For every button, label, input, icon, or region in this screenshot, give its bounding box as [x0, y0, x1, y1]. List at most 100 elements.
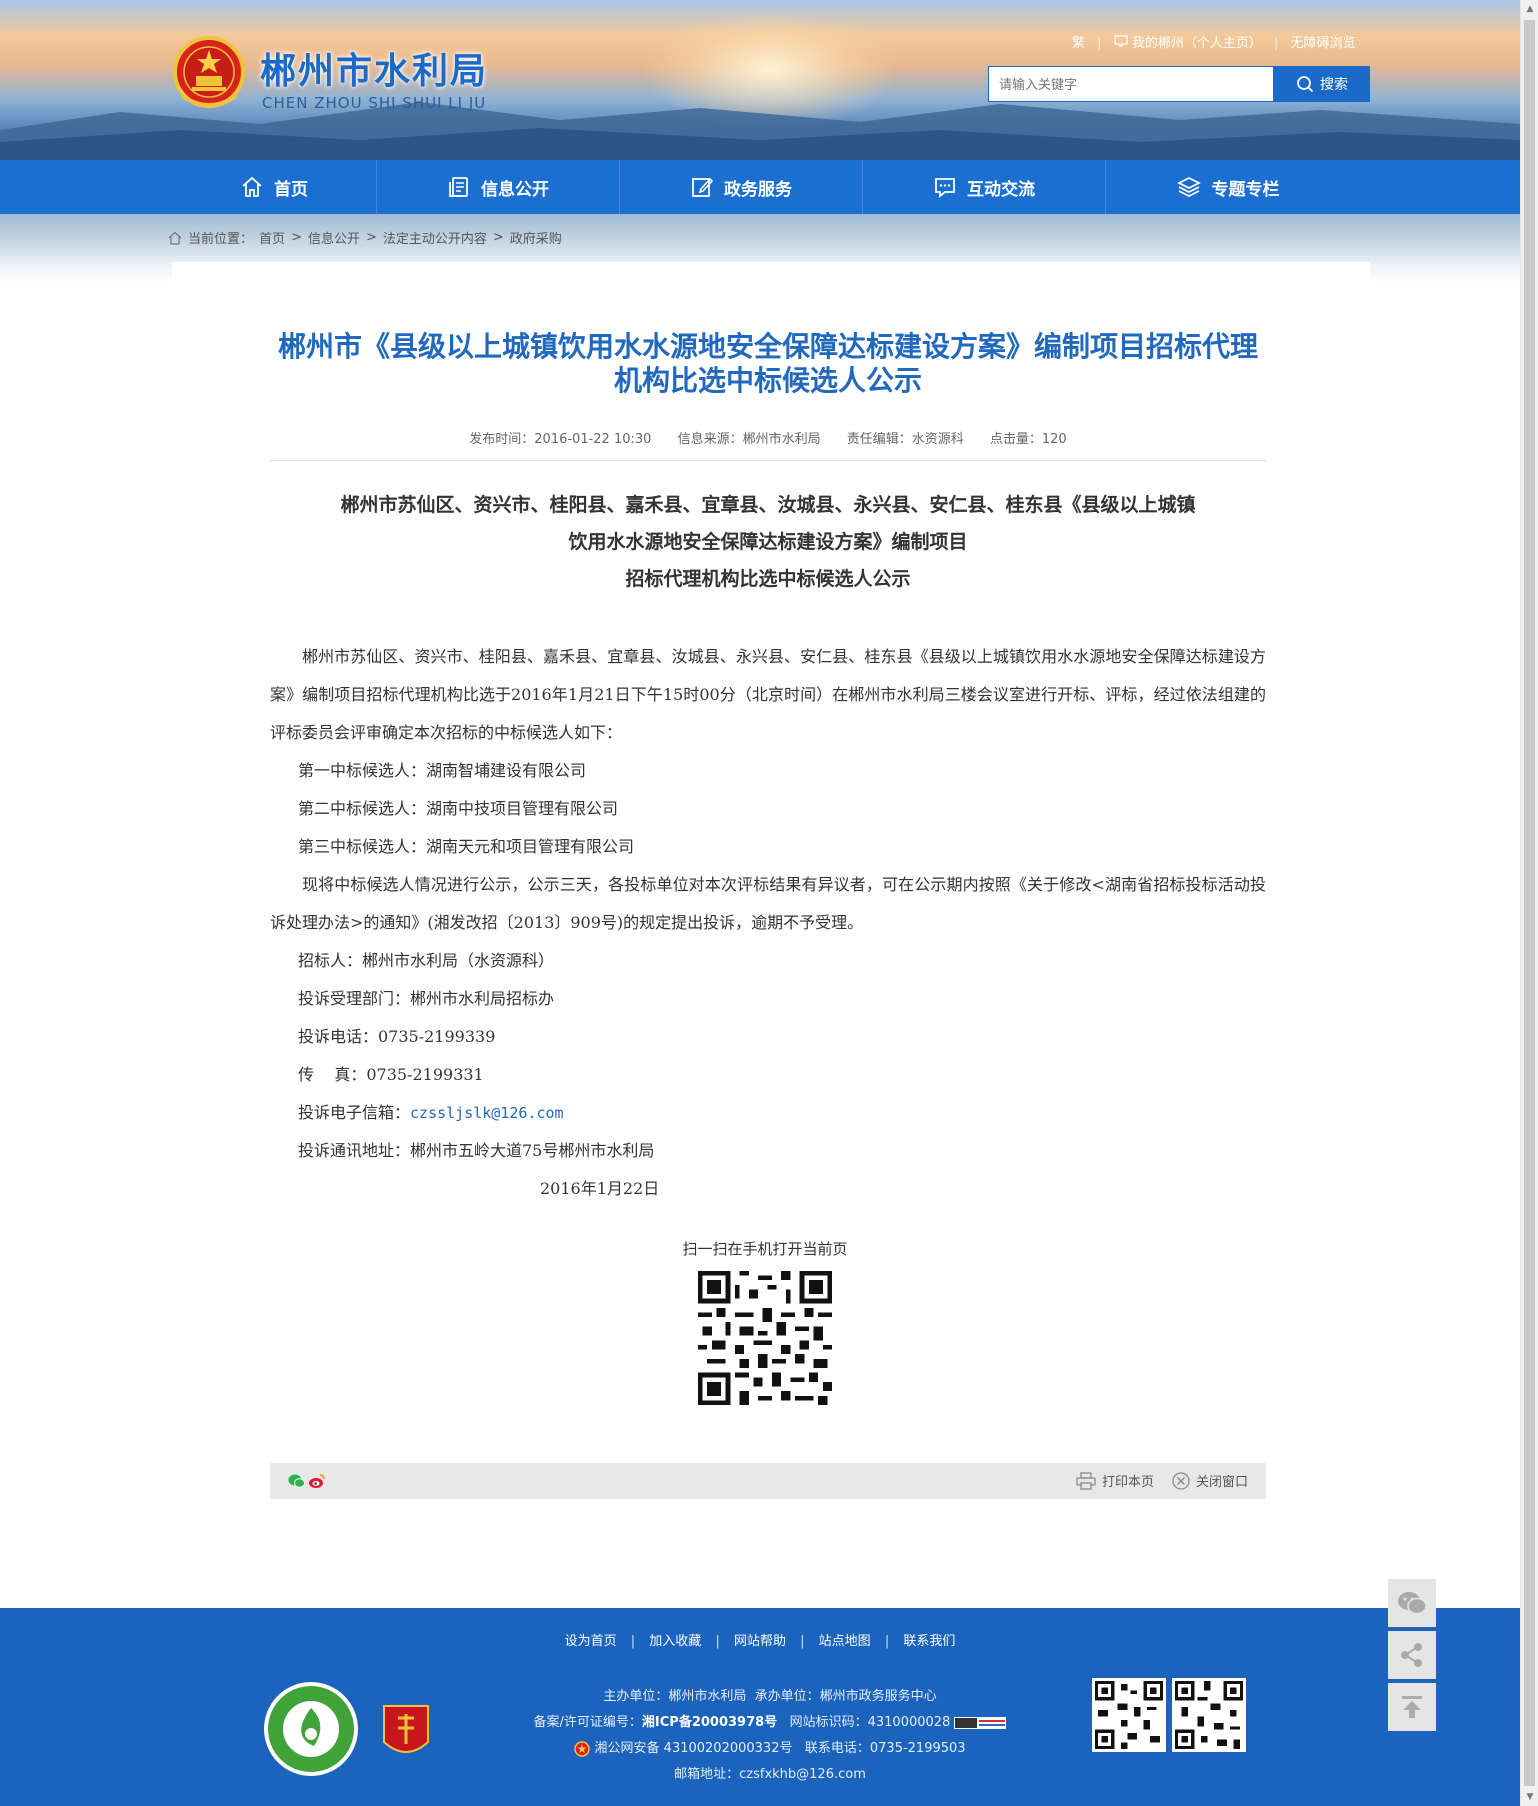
footer-link-help[interactable]: 网站帮助	[734, 1634, 786, 1649]
nav-item-label: 信息公开	[481, 179, 549, 200]
site-logo[interactable]: 郴州市水利局 CHEN ZHOU SHI SHUI LI JU	[172, 34, 532, 118]
float-wechat-button[interactable]	[1388, 1579, 1436, 1627]
document-icon	[449, 177, 468, 197]
header-banner: 郴州市水利局 CHEN ZHOU SHI SHUI LI JU 繁 | 我的郴州…	[0, 0, 1520, 160]
view-count: 点击量：120	[989, 432, 1067, 447]
nav-item-label: 专题专栏	[1211, 179, 1280, 200]
site-name: 郴州市水利局	[260, 51, 489, 92]
complaint-dept: 投诉受理部门：郴州市水利局招标办	[298, 989, 555, 1008]
my-chenzhou-link[interactable]: 我的郴州（个人主页）	[1132, 32, 1262, 51]
nav-item-interaction[interactable]: 互动交流	[863, 160, 1106, 214]
subtitle-line: 招标代理机构比选中标候选人公示	[625, 568, 911, 590]
notice-paragraph: 现将中标候选人情况进行公示，公示三天，各投标单位对本次评标结果有异议者，可在公示…	[270, 875, 1266, 932]
nav-item-label: 首页	[274, 179, 308, 200]
wechat-icon	[1398, 1592, 1427, 1615]
breadcrumb-separator: >	[291, 230, 302, 245]
article-body: 郴州市苏仙区、资兴市、桂阳县、嘉禾县、宜章县、汝城县、永兴县、安仁县、桂东县《县…	[270, 638, 1266, 1208]
breadcrumb-separator: >	[492, 230, 504, 245]
share-icon	[1401, 1643, 1422, 1667]
info-source: 信息来源：郴州市水利局	[677, 432, 821, 447]
civilized-unit-badge-icon[interactable]	[262, 1680, 360, 1778]
police-emblem-icon	[574, 1740, 591, 1757]
search-input[interactable]	[988, 66, 1274, 102]
article-meta: 发布时间：2016-01-22 10:30 信息来源：郴州市水利局 责任编辑：水…	[270, 428, 1266, 461]
main-nav: 首页 信息公开 政务服务 互动交流 专题专栏	[0, 160, 1520, 214]
home-outline-icon	[168, 231, 182, 245]
nav-item-special-topics[interactable]: 专题专栏	[1106, 160, 1349, 214]
candidate-3: 第三中标候选人：湖南天元和项目管理有限公司	[298, 837, 635, 856]
scroll-down-arrow-icon[interactable]: ▼	[1521, 1788, 1538, 1806]
candidate-1: 第一中标候选人：湖南智埔建设有限公司	[298, 761, 587, 780]
party-gov-organ-badge-icon[interactable]	[380, 1700, 432, 1764]
article-subtitle: 郴州市苏仙区、资兴市、桂阳县、嘉禾县、宜章县、汝城县、永兴县、安仁县、桂东县《县…	[270, 487, 1266, 598]
article: 郴州市《县级以上城镇饮用水水源地安全保障达标建设方案》编制项目招标代理机构比选中…	[270, 330, 1266, 1208]
nav-item-home[interactable]: 首页	[172, 160, 377, 214]
footer-link-contact[interactable]: 联系我们	[903, 1634, 955, 1649]
footer-qr-code-icon	[1092, 1678, 1166, 1752]
scroll-up-arrow-icon[interactable]: ▲	[1521, 0, 1538, 18]
back-to-top-button[interactable]	[1388, 1683, 1436, 1731]
footer-organizer: 承办单位：郴州市政务服务中心	[754, 1689, 937, 1704]
traditional-chinese-link[interactable]: 繁	[1072, 32, 1085, 51]
footer-link-sitemap[interactable]: 站点地图	[819, 1634, 871, 1649]
complaint-address: 投诉通讯地址：郴州市五岭大道75号郴州市水利局	[298, 1141, 655, 1160]
footer-icp[interactable]: 湘ICP备20003978号	[642, 1715, 777, 1730]
search-icon	[1297, 76, 1314, 93]
qr-caption: 扫一扫在手机打开当前页	[682, 1240, 848, 1258]
close-window-button[interactable]: 关闭窗口	[1172, 1471, 1248, 1490]
candidate-2: 第二中标候选人：湖南中技项目管理有限公司	[298, 799, 619, 818]
arrow-up-icon	[1402, 1696, 1422, 1718]
layers-icon	[1176, 177, 1201, 197]
print-label: 打印本页	[1101, 1475, 1154, 1490]
float-share-button[interactable]	[1388, 1631, 1436, 1679]
breadcrumb-item-home[interactable]: 首页	[259, 228, 285, 247]
footer: 设为首页 | 加入收藏 | 网站帮助 | 站点地图 | 联系我们 主办单位：郴州…	[0, 1608, 1520, 1806]
search-button-label: 搜索	[1320, 77, 1348, 93]
subtitle-line: 郴州市苏仙区、资兴市、桂阳县、嘉禾县、宜章县、汝城县、永兴县、安仁县、桂东县《县…	[340, 494, 1196, 516]
qr-code-icon	[698, 1271, 832, 1405]
footer-info: 主办单位：郴州市水利局 承办单位：郴州市政务服务中心 备案/许可证编号：湘ICP…	[440, 1684, 1100, 1788]
footer-host: 主办单位：郴州市水利局	[603, 1689, 747, 1704]
chat-icon	[935, 178, 955, 198]
footer-link-set-home[interactable]: 设为首页	[565, 1634, 617, 1649]
breadcrumb-item-procurement[interactable]: 政府采购	[510, 228, 562, 247]
site-name-english: CHEN ZHOU SHI SHUI LI JU	[262, 94, 487, 112]
email-label: 投诉电子信箱：	[298, 1103, 411, 1122]
wechat-share-icon[interactable]	[288, 1473, 306, 1489]
scroll-thumb[interactable]	[1524, 20, 1535, 1786]
footer-police[interactable]: 湘公网安备 43100202000332号	[595, 1741, 793, 1756]
nav-item-info-disclosure[interactable]: 信息公开	[377, 160, 620, 214]
footer-link-bookmark[interactable]: 加入收藏	[649, 1634, 701, 1649]
intro-paragraph: 郴州市苏仙区、资兴市、桂阳县、嘉禾县、宜章县、汝城县、永兴县、安仁县、桂东县《县…	[270, 647, 1266, 742]
national-emblem-icon	[173, 36, 245, 108]
search-button[interactable]: 搜索	[1274, 66, 1370, 102]
nav-item-label: 互动交流	[967, 179, 1035, 200]
cnzz-badge-icon[interactable]	[954, 1716, 1007, 1729]
publish-time: 发布时间：2016-01-22 10:30	[469, 432, 652, 447]
article-title: 郴州市《县级以上城镇饮用水水源地安全保障达标建设方案》编制项目招标代理机构比选中…	[277, 330, 1258, 397]
footer-site-code: 网站标识码：4310000028	[789, 1715, 951, 1730]
breadcrumb: 当前位置： 首页 > 信息公开 > 法定主动公开内容 > 政府采购	[168, 228, 562, 247]
breadcrumb-item-statutory[interactable]: 法定主动公开内容	[383, 228, 487, 247]
top-links: 繁 | 我的郴州（个人主页） | 无障碍浏览	[1072, 32, 1356, 51]
weibo-share-icon[interactable]	[308, 1473, 326, 1489]
notice-date: 2016年1月22日	[540, 1179, 660, 1198]
print-page-button[interactable]: 打印本页	[1076, 1471, 1154, 1490]
responsible-editor: 责任编辑：水资源科	[846, 432, 964, 447]
tenderer: 招标人：郴州市水利局（水资源科）	[298, 951, 555, 970]
home-icon	[242, 176, 262, 197]
close-circle-icon	[1172, 1471, 1190, 1490]
page-qr-block: 扫一扫在手机打开当前页	[660, 1238, 870, 1405]
accessible-browse-link[interactable]: 无障碍浏览	[1291, 32, 1356, 51]
printer-icon	[1076, 1471, 1096, 1490]
footer-phone: 联系电话：0735-2199503	[804, 1741, 966, 1756]
footer-email: 邮箱地址：czsfxkhb@126.com	[674, 1767, 866, 1782]
complaint-email: 投诉电子信箱：czssljslk@126.com	[270, 1094, 1266, 1132]
complaint-fax: 传 真：0735-2199331	[298, 1065, 484, 1084]
email-link[interactable]: czssljslk@126.com	[410, 1104, 564, 1122]
nav-item-gov-services[interactable]: 政务服务	[620, 160, 863, 214]
footer-qr-code-icon	[1172, 1678, 1246, 1752]
footer-links: 设为首页 | 加入收藏 | 网站帮助 | 站点地图 | 联系我们	[564, 1634, 956, 1649]
page-scrollbar[interactable]: ▲ ▼	[1520, 0, 1538, 1806]
breadcrumb-item-info[interactable]: 信息公开	[308, 228, 360, 247]
